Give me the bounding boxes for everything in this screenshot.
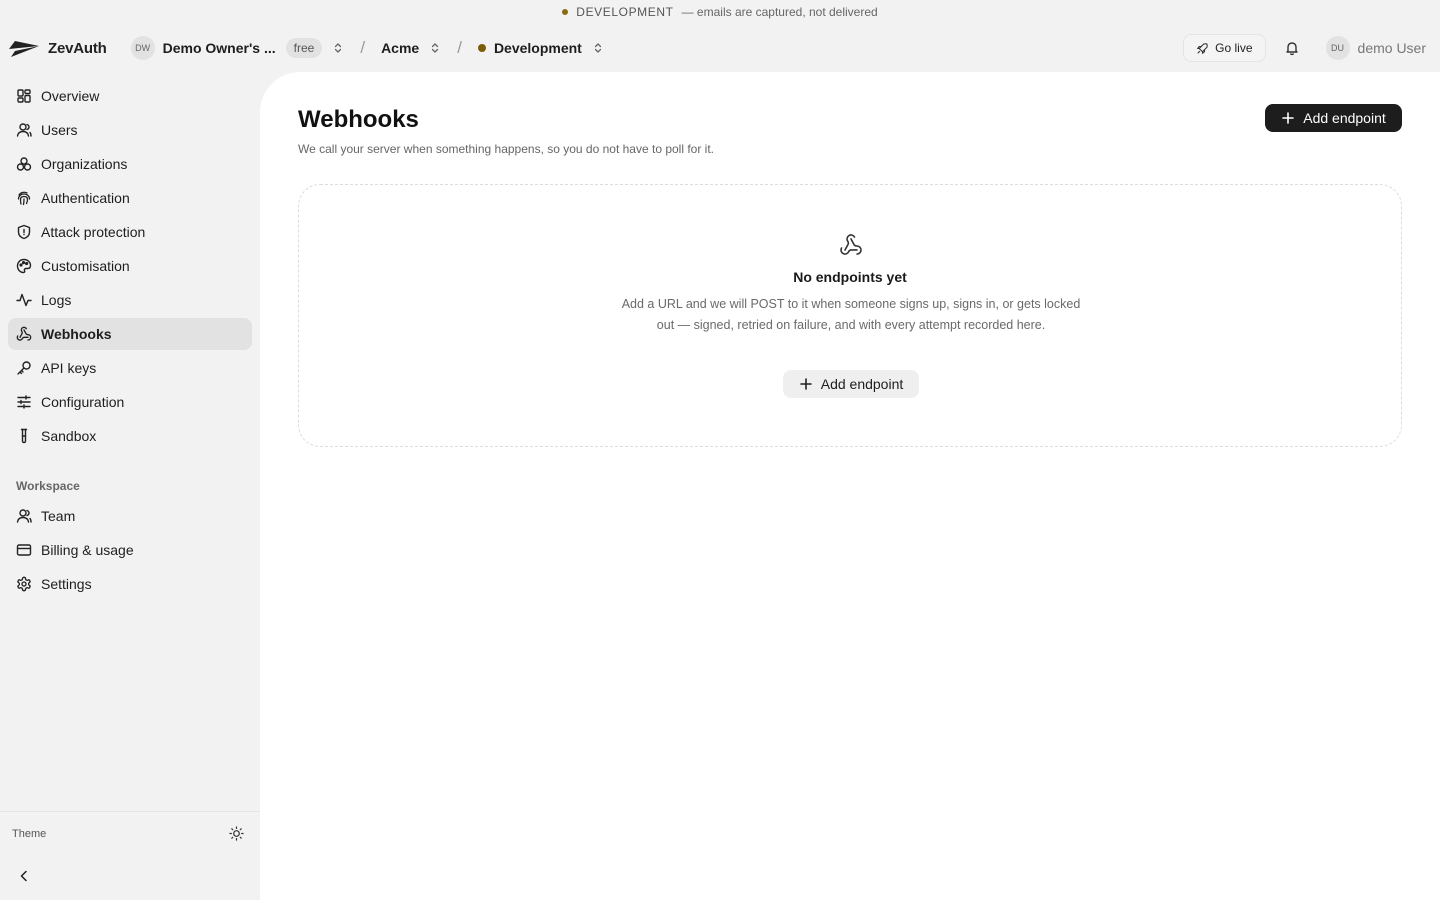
sidebar-item-organizations[interactable]: Organizations bbox=[8, 148, 252, 180]
add-endpoint-button[interactable]: Add endpoint bbox=[1265, 104, 1402, 132]
sidebar-item-label: Organizations bbox=[41, 156, 128, 172]
sidebar-item-settings[interactable]: Settings bbox=[8, 568, 252, 600]
owner-avatar: DW bbox=[130, 36, 155, 60]
sidebar-item-customisation[interactable]: Customisation bbox=[8, 250, 252, 282]
sidebar-item-label: Overview bbox=[41, 88, 100, 104]
breadcrumb-separator: / bbox=[360, 38, 366, 57]
sun-icon[interactable] bbox=[229, 826, 244, 841]
owner-name: Demo Owner's ... bbox=[162, 40, 276, 56]
empty-add-endpoint-label: Add endpoint bbox=[820, 376, 904, 392]
app-name: ZevAuth bbox=[48, 39, 107, 57]
credit-card-icon bbox=[16, 542, 32, 558]
webhook-icon bbox=[839, 233, 863, 257]
user-icon bbox=[16, 122, 32, 138]
empty-state-description: Add a URL and we will POST to it when so… bbox=[621, 297, 1081, 332]
notifications-button[interactable] bbox=[1278, 34, 1306, 62]
webhook-icon bbox=[16, 326, 32, 342]
collapse-sidebar-chevron-left-icon[interactable] bbox=[16, 868, 32, 884]
empty-state-title: No endpoints yet bbox=[793, 269, 907, 285]
page-subtitle: We call your server when something happe… bbox=[298, 142, 715, 156]
environment-switcher[interactable]: Development bbox=[477, 40, 604, 56]
sidebar-item-label: Billing & usage bbox=[41, 542, 134, 558]
gear-icon bbox=[16, 576, 32, 592]
empty-state: No endpoints yet Add a URL and we will P… bbox=[298, 184, 1402, 447]
sidebar-item-team[interactable]: Team bbox=[8, 500, 252, 532]
sidebar-item-attack-protection[interactable]: Attack protection bbox=[8, 216, 252, 248]
go-live-button[interactable]: Go live bbox=[1183, 34, 1266, 62]
sidebar: Overview Users Organizations Authenticat… bbox=[0, 80, 260, 900]
user-menu[interactable]: DU demo User bbox=[1325, 36, 1426, 60]
sidebar-item-authentication[interactable]: Authentication bbox=[8, 182, 252, 214]
bell-icon bbox=[1284, 40, 1300, 56]
sidebar-item-label: Configuration bbox=[41, 394, 125, 410]
sidebar-footer: Theme bbox=[0, 811, 260, 882]
plus-icon bbox=[1281, 111, 1295, 125]
rocket-icon bbox=[1196, 42, 1209, 55]
sidebar-item-label: Sandbox bbox=[41, 428, 97, 444]
chevron-up-down-icon bbox=[592, 42, 604, 54]
sidebar-item-api-keys[interactable]: API keys bbox=[8, 352, 252, 384]
organizations-icon bbox=[16, 156, 32, 172]
environment-status-dot bbox=[477, 44, 486, 52]
environment-dot bbox=[562, 9, 569, 15]
plan-badge: free bbox=[285, 38, 323, 58]
palette-icon bbox=[16, 258, 32, 274]
sidebar-item-label: Customisation bbox=[41, 258, 130, 274]
logo-icon bbox=[8, 37, 40, 59]
main-panel: Webhooks We call your server when someth… bbox=[260, 72, 1440, 900]
top-bar: ZevAuth DW Demo Owner's ... free / Acme … bbox=[0, 24, 1440, 72]
shield-icon bbox=[16, 224, 32, 240]
breadcrumb-separator: / bbox=[457, 38, 462, 57]
chevron-up-down-icon bbox=[332, 42, 344, 54]
sidebar-item-label: Webhooks bbox=[41, 326, 112, 342]
key-icon bbox=[16, 360, 32, 376]
empty-add-endpoint-button[interactable]: Add endpoint bbox=[783, 370, 919, 398]
sidebar-item-label: Authentication bbox=[41, 190, 130, 206]
org-switcher[interactable]: Acme bbox=[381, 40, 441, 56]
theme-row: Theme bbox=[12, 826, 244, 841]
environment-name: Development bbox=[493, 40, 582, 56]
account-switcher[interactable]: DW Demo Owner's ... free bbox=[130, 36, 345, 60]
environment-banner-message: — emails are captured, not delivered bbox=[681, 5, 878, 19]
user-icon bbox=[16, 508, 32, 524]
test-tube-icon bbox=[16, 428, 32, 444]
sidebar-item-sandbox[interactable]: Sandbox bbox=[8, 420, 252, 452]
user-avatar: DU bbox=[1325, 36, 1350, 60]
app-logo[interactable]: ZevAuth bbox=[8, 37, 107, 59]
workspace-section-title: Workspace bbox=[16, 479, 80, 493]
sidebar-item-label: Team bbox=[41, 508, 76, 524]
environment-banner-label: DEVELOPMENT bbox=[576, 5, 674, 19]
add-endpoint-label: Add endpoint bbox=[1303, 110, 1386, 126]
sidebar-item-label: Settings bbox=[41, 576, 92, 592]
environment-banner: DEVELOPMENT — emails are captured, not d… bbox=[0, 0, 1440, 24]
theme-label: Theme bbox=[12, 827, 47, 840]
sidebar-item-label: Logs bbox=[41, 292, 72, 308]
fingerprint-icon bbox=[16, 190, 32, 206]
sliders-icon bbox=[16, 394, 32, 410]
user-name: demo User bbox=[1357, 40, 1426, 56]
sidebar-item-configuration[interactable]: Configuration bbox=[8, 386, 252, 418]
sidebar-item-label: Attack protection bbox=[41, 224, 146, 240]
sidebar-item-webhooks[interactable]: Webhooks bbox=[8, 318, 252, 350]
sidebar-item-label: Users bbox=[41, 122, 78, 138]
sidebar-item-overview[interactable]: Overview bbox=[8, 80, 252, 112]
breadcrumb: DW Demo Owner's ... free / Acme / Develo… bbox=[130, 36, 604, 60]
page-title: Webhooks bbox=[298, 106, 419, 133]
plus-icon bbox=[799, 377, 813, 391]
org-name: Acme bbox=[381, 40, 420, 56]
sidebar-item-label: API keys bbox=[41, 360, 97, 376]
header-actions: Go live DU demo User bbox=[1183, 24, 1426, 72]
sidebar-item-billing[interactable]: Billing & usage bbox=[8, 534, 252, 566]
activity-icon bbox=[16, 292, 32, 308]
sidebar-item-users[interactable]: Users bbox=[8, 114, 252, 146]
chevron-up-down-icon bbox=[429, 42, 441, 54]
sidebar-item-logs[interactable]: Logs bbox=[8, 284, 252, 316]
grid-icon bbox=[16, 88, 32, 104]
go-live-label: Go live bbox=[1215, 41, 1253, 55]
